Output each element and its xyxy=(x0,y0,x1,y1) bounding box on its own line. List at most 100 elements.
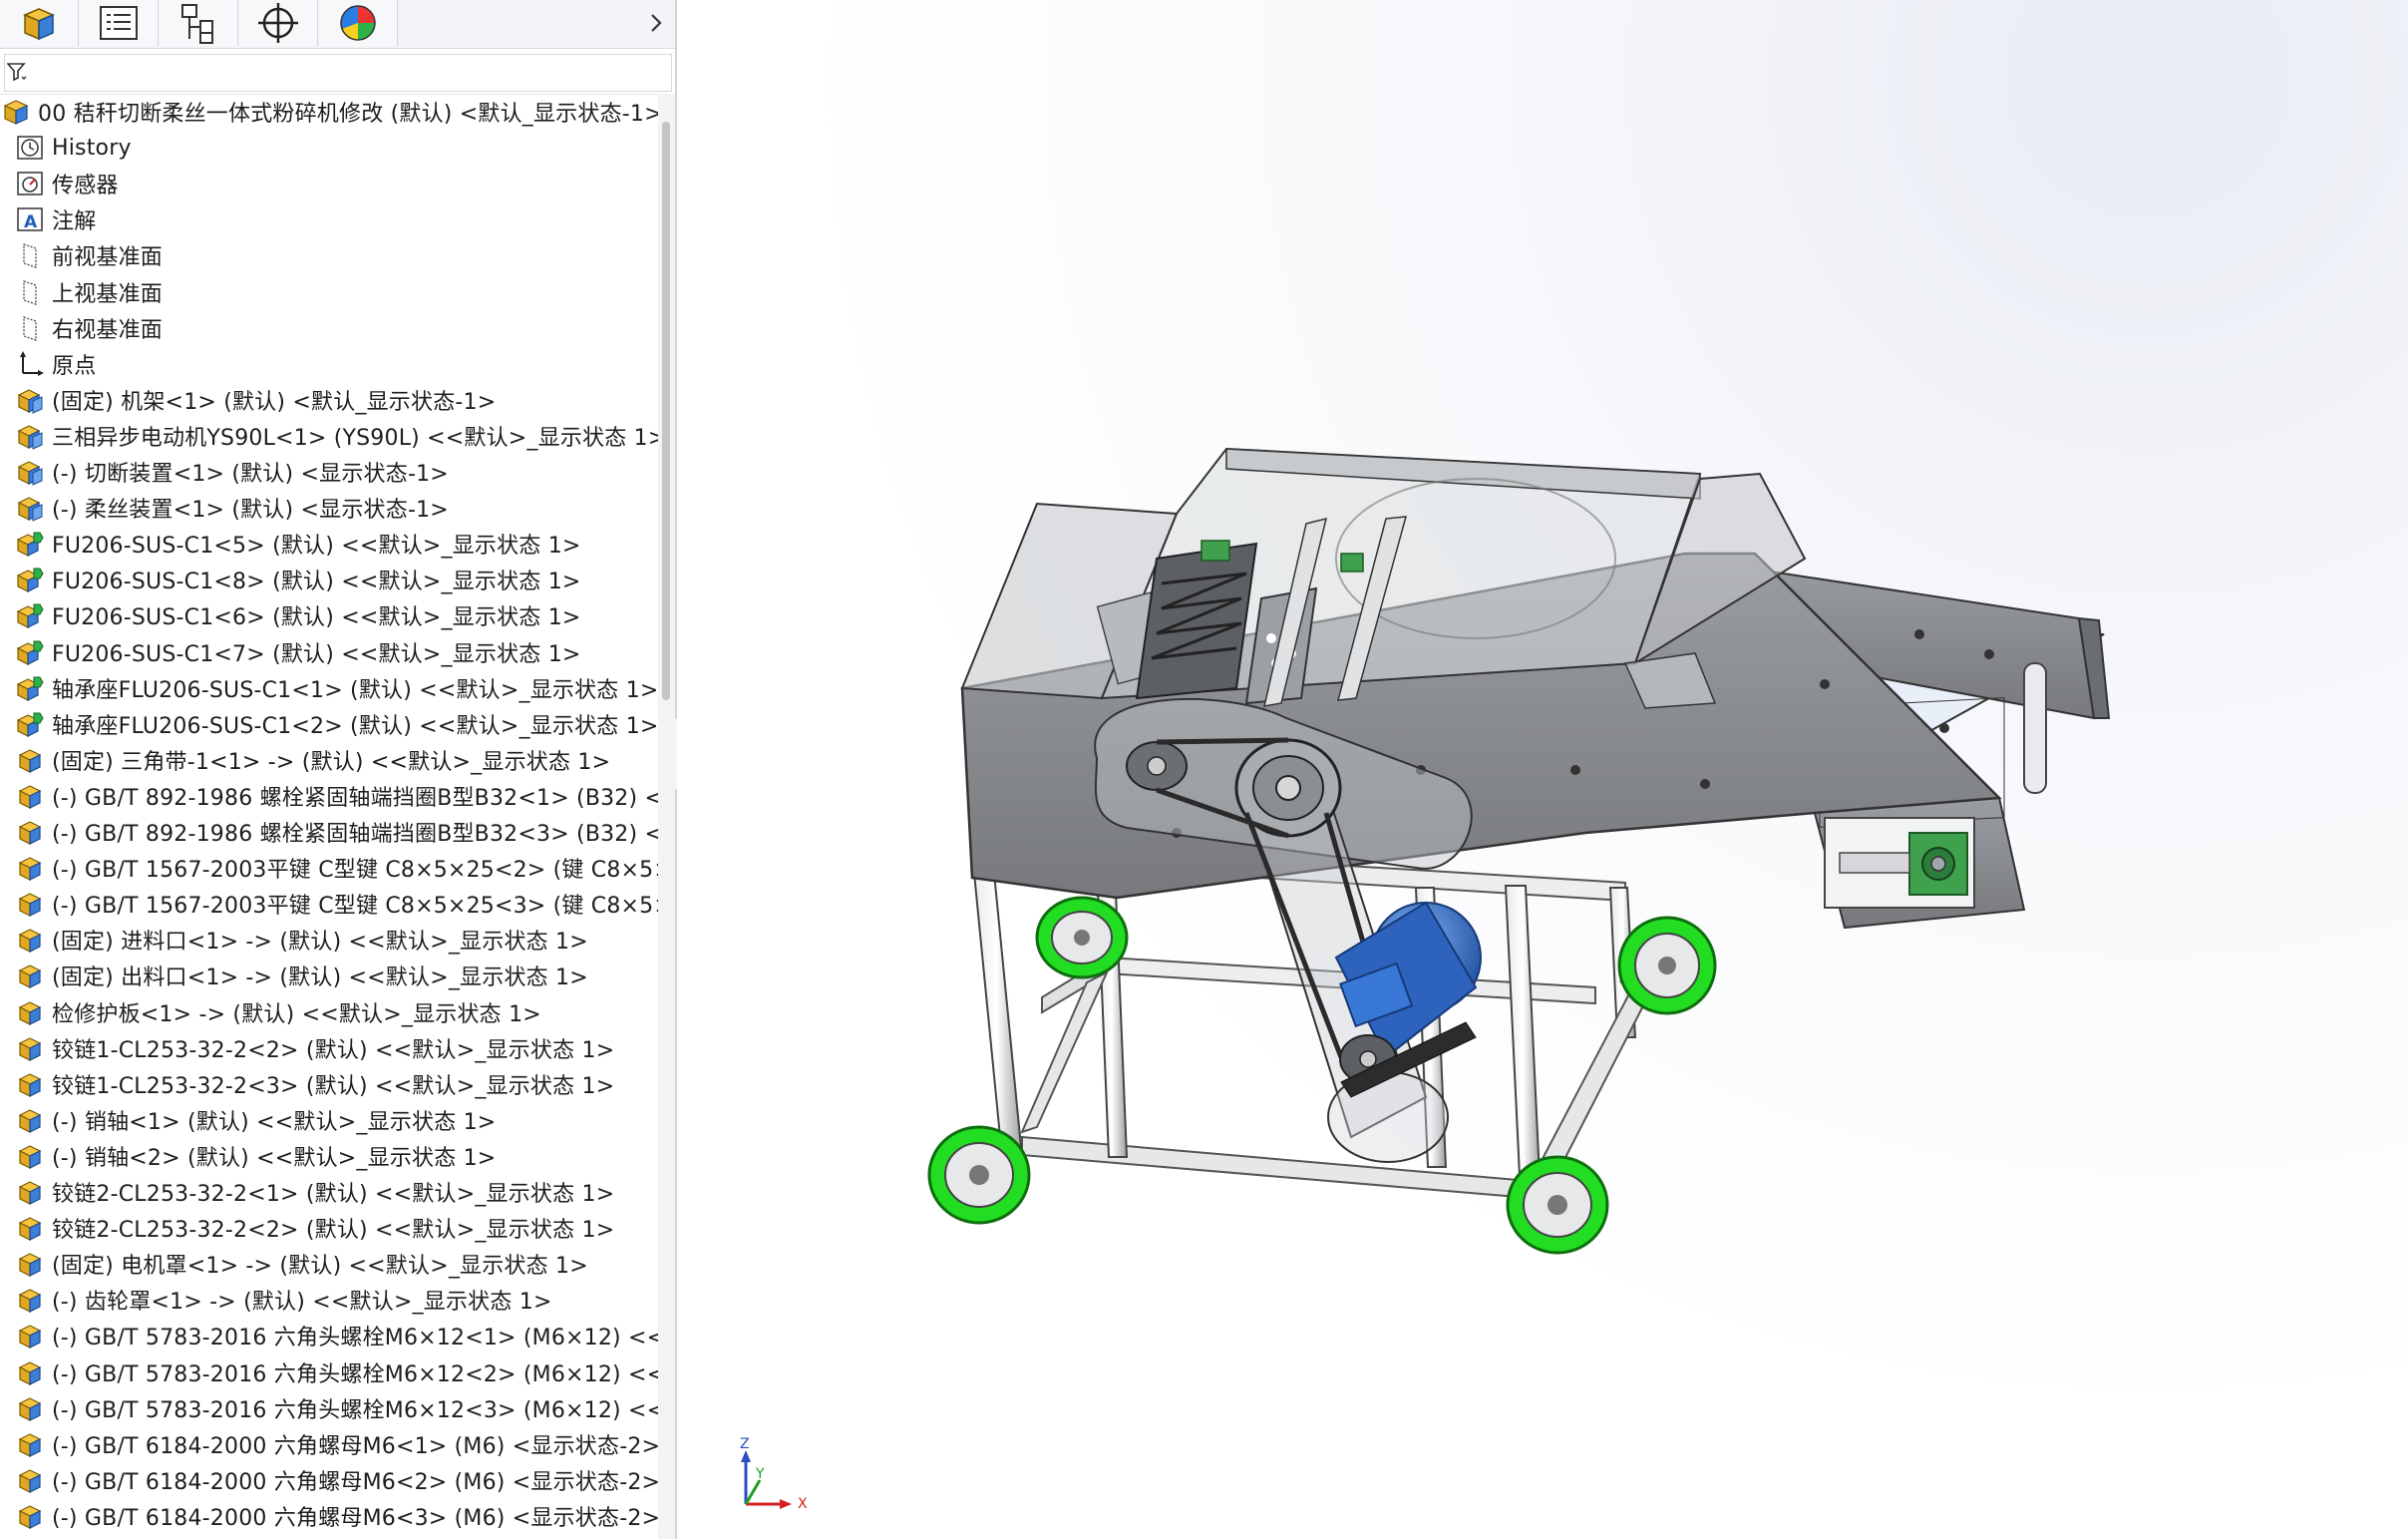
tree-item[interactable]: A 注解 xyxy=(0,201,658,237)
toolbox-part-icon xyxy=(14,636,46,668)
expand-panel-button[interactable] xyxy=(638,0,674,46)
tree-item[interactable]: (-) 销轴<1> (默认) <<默认>_显示状态 1> xyxy=(0,1102,658,1138)
configurationmanager-tab[interactable] xyxy=(160,0,238,46)
tree-item[interactable]: 右视基准面 xyxy=(0,310,658,346)
assembly-icon xyxy=(14,420,46,452)
toolbox-part-icon xyxy=(14,564,46,595)
svg-text:A: A xyxy=(24,212,38,232)
tree-item[interactable]: 轴承座FLU206-SUS-C1<2> (默认) <<默认>_显示状态 1> xyxy=(0,706,658,742)
tree-item[interactable]: 检修护板<1> -> (默认) <<默认>_显示状态 1> xyxy=(0,994,658,1030)
plane-icon xyxy=(14,312,46,344)
assembly-icon xyxy=(14,384,46,416)
part-icon xyxy=(14,816,46,848)
tree-item-label: (-) GB/T 1567-2003平键 C型键 C8×5×25<3> (键 C… xyxy=(52,894,658,920)
tree-item[interactable]: (-) GB/T 6184-2000 六角螺母M6<3> (M6) <显示状态-… xyxy=(0,1498,658,1534)
tree-item[interactable]: (-) GB/T 1567-2003平键 C型键 C8×5×25<2> (键 C… xyxy=(0,850,658,886)
part-icon xyxy=(14,996,46,1028)
part-icon xyxy=(14,1356,46,1388)
tree-item-label: 铰链1-CL253-32-2<2> (默认) <<默认>_显示状态 1> xyxy=(52,1037,615,1063)
tree-item-label: (-) GB/T 892-1986 螺栓紧固轴端挡圈B型B32<1> (B32)… xyxy=(52,785,658,811)
tree-item-label: 00 秸秆切断柔丝一体式粉碎机修改 (默认) <默认_显示状态-1> xyxy=(38,102,658,127)
display-manager-tab[interactable] xyxy=(319,0,398,46)
axis-triad-icon: Z Y X xyxy=(740,1436,808,1512)
part-icon xyxy=(14,1284,46,1316)
origin-icon xyxy=(14,348,46,380)
featuremanager-tab[interactable] xyxy=(0,0,79,46)
tree-item[interactable]: 铰链1-CL253-32-2<3> (默认) <<默认>_显示状态 1> xyxy=(0,1066,658,1102)
assembly-icon xyxy=(14,456,46,488)
tree-item[interactable]: 铰链2-CL253-32-2<1> (默认) <<默认>_显示状态 1> xyxy=(0,1174,658,1210)
tree-item-label: 检修护板<1> -> (默认) <<默认>_显示状态 1> xyxy=(52,1001,541,1027)
tree-item-label: 轴承座FLU206-SUS-C1<1> (默认) <<默认>_显示状态 1> xyxy=(52,677,658,703)
tree-item-label: (-) GB/T 892-1986 螺栓紧固轴端挡圈B型B32<3> (B32)… xyxy=(52,822,658,847)
tree-item-label: 前视基准面 xyxy=(52,245,164,271)
configuration-icon xyxy=(181,4,213,44)
part-icon xyxy=(14,924,46,956)
tree-root-assembly[interactable]: 00 秸秆切断柔丝一体式粉碎机修改 (默认) <默认_显示状态-1> xyxy=(0,94,658,130)
tree-item[interactable]: (-) GB/T 6184-2000 六角螺母M6<2> (M6) <显示状态-… xyxy=(0,1462,658,1498)
part-icon xyxy=(14,780,46,812)
tree-item[interactable]: (-) 齿轮罩<1> -> (默认) <<默认>_显示状态 1> xyxy=(0,1282,658,1318)
tree-item[interactable]: (固定) 出料口<1> -> (默认) <<默认>_显示状态 1> xyxy=(0,958,658,993)
tree-item[interactable]: (固定) 机架<1> (默认) <默认_显示状态-1> xyxy=(0,382,658,418)
tree-item-label: (固定) 出料口<1> -> (默认) <<默认>_显示状态 1> xyxy=(52,965,588,991)
tree-item[interactable]: (-) GB/T 892-1986 螺栓紧固轴端挡圈B型B32<1> (B32)… xyxy=(0,778,658,814)
tree-item[interactable]: (-) 销轴<2> (默认) <<默认>_显示状态 1> xyxy=(0,1138,658,1174)
tree-item[interactable]: (-) GB/T 892-1986 螺栓紧固轴端挡圈B型B32<3> (B32)… xyxy=(0,814,658,850)
tree-item[interactable]: 原点 xyxy=(0,346,658,382)
tree-item[interactable]: 铰链2-CL253-32-2<2> (默认) <<默认>_显示状态 1> xyxy=(0,1210,658,1246)
tree-item-label: (-) GB/T 6184-2000 六角螺母M6<1> (M6) <显示状态-… xyxy=(52,1433,658,1459)
filter-bar xyxy=(0,50,675,95)
part-icon xyxy=(14,1104,46,1136)
crosshair-icon xyxy=(258,3,298,43)
tree-item[interactable]: (-) GB/T 6184-2000 六角螺母M6<1> (M6) <显示状态-… xyxy=(0,1426,658,1462)
appearance-sphere-icon xyxy=(340,5,376,41)
reference-triad: Z Y X xyxy=(734,1436,824,1520)
tree-item-label: (-) 齿轮罩<1> -> (默认) <<默认>_显示状态 1> xyxy=(52,1290,552,1316)
tree-item[interactable]: 铰链1-CL253-32-2<2> (默认) <<默认>_显示状态 1> xyxy=(0,1030,658,1066)
tree-scrollbar[interactable] xyxy=(658,94,675,1539)
part-icon xyxy=(14,1212,46,1244)
tree-item[interactable]: (固定) 电机罩<1> -> (默认) <<默认>_显示状态 1> xyxy=(0,1246,658,1282)
sensor-icon xyxy=(14,168,46,199)
tree-item-label: 注解 xyxy=(52,209,97,235)
part-icon xyxy=(14,1392,46,1424)
graphics-viewport[interactable]: Z Y X xyxy=(677,0,2408,1539)
tree-item[interactable]: (-) 柔丝装置<1> (默认) <显示状态-1> xyxy=(0,490,658,526)
tree-item[interactable]: FU206-SUS-C1<5> (默认) <<默认>_显示状态 1> xyxy=(0,526,658,562)
tree-item[interactable]: (固定) 三角带-1<1> -> (默认) <<默认>_显示状态 1> xyxy=(0,742,658,778)
tree-item[interactable]: History xyxy=(0,130,658,166)
tree-item[interactable]: 前视基准面 xyxy=(0,237,658,273)
triad-z-label: Z xyxy=(740,1436,750,1452)
propertymanager-tab[interactable] xyxy=(80,0,159,46)
tree-item[interactable]: FU206-SUS-C1<6> (默认) <<默认>_显示状态 1> xyxy=(0,597,658,633)
tree-item[interactable]: 上视基准面 xyxy=(0,274,658,310)
tree-item-label: (-) GB/T 1567-2003平键 C型键 C8×5×25<2> (键 C… xyxy=(52,858,658,884)
history-icon xyxy=(14,132,46,164)
tree-item-label: (-) 销轴<1> (默认) <<默认>_显示状态 1> xyxy=(52,1109,497,1135)
annotation-icon: A xyxy=(14,203,46,235)
part-icon xyxy=(14,1032,46,1064)
tree-item-label: (-) 柔丝装置<1> (默认) <显示状态-1> xyxy=(52,498,449,524)
crusher-assembly-model[interactable] xyxy=(677,0,2408,1539)
tree-item[interactable]: (-) 切断装置<1> (默认) <显示状态-1> xyxy=(0,454,658,490)
tree-item-label: (-) 销轴<2> (默认) <<默认>_显示状态 1> xyxy=(52,1145,497,1171)
tree-item[interactable]: (-) GB/T 5783-2016 六角头螺栓M6×12<1> (M6×12)… xyxy=(0,1318,658,1353)
part-icon xyxy=(14,1428,46,1460)
tree-item[interactable]: (固定) 进料口<1> -> (默认) <<默认>_显示状态 1> xyxy=(0,922,658,958)
filter-input[interactable] xyxy=(4,54,672,92)
wheel-rear-right xyxy=(1617,916,1717,1015)
scrollbar-thumb[interactable] xyxy=(662,122,670,700)
tree-item[interactable]: FU206-SUS-C1<7> (默认) <<默认>_显示状态 1> xyxy=(0,634,658,670)
tree-item[interactable]: 轴承座FLU206-SUS-C1<1> (默认) <<默认>_显示状态 1> xyxy=(0,670,658,706)
tree-item[interactable]: (-) GB/T 1567-2003平键 C型键 C8×5×25<3> (键 C… xyxy=(0,886,658,922)
tree-item[interactable]: (-) GB/T 5783-2016 六角头螺栓M6×12<3> (M6×12)… xyxy=(0,1390,658,1426)
tree-item-label: FU206-SUS-C1<6> (默认) <<默认>_显示状态 1> xyxy=(52,605,581,631)
tree-item[interactable]: 三相异步电动机YS90L<1> (YS90L) <<默认>_显示状态 1> xyxy=(0,418,658,454)
tree-item-label: 轴承座FLU206-SUS-C1<2> (默认) <<默认>_显示状态 1> xyxy=(52,713,658,739)
tree-item[interactable]: FU206-SUS-C1<8> (默认) <<默认>_显示状态 1> xyxy=(0,562,658,597)
tree-item[interactable]: (-) GB/T 5783-2016 六角头螺栓M6×12<2> (M6×12)… xyxy=(0,1354,658,1390)
toolbox-part-icon xyxy=(14,599,46,631)
dimxpert-tab[interactable] xyxy=(239,0,318,46)
tree-item[interactable]: 传感器 xyxy=(0,166,658,201)
